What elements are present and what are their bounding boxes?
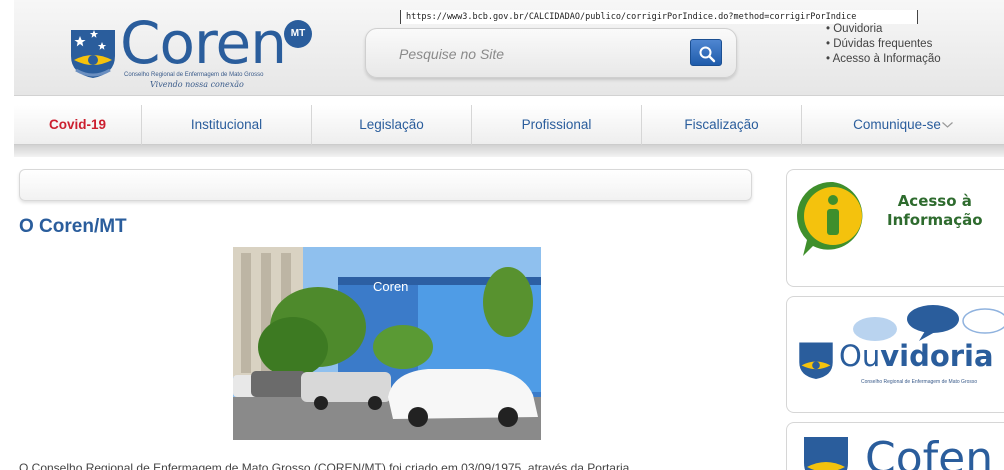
quick-link-acesso[interactable]: Acesso à Informação [826,52,941,67]
logo-wordmark: Coren [120,9,287,77]
building-sign: Coren [373,279,408,294]
logo-tagline: Vivendo nossa conexão [150,80,244,89]
mato-grosso-flag-icon [804,437,848,470]
page-title: O Coren/MT [19,216,127,237]
search-icon [699,46,716,63]
main-nav: Covid-19 Institucional Legislação Profis… [14,105,1004,145]
nav-fiscalizacao[interactable]: Fiscalização [642,105,802,145]
mato-grosso-flag-icon [71,30,115,78]
ouvidoria-wordmark: Ouvidoria [839,339,994,373]
nav-covid19[interactable]: Covid-19 [14,105,142,145]
banner-cofen[interactable]: Cofen [786,422,1004,470]
chevron-down-icon [941,122,953,129]
info-icon [797,181,863,256]
banner-acesso-informacao[interactable]: Acesso à Informação [786,169,1004,287]
search-button[interactable] [690,39,722,66]
intro-paragraph: O Conselho Regional de Enfermagem de Mat… [19,461,630,470]
nav-profissional[interactable]: Profissional [472,105,642,145]
acesso-title: Acesso à Informação [887,192,983,229]
banner-ouvidoria[interactable]: Ouvidoria Conselho Regional de Enfermage… [786,296,1004,413]
logo-mt-badge: MT [284,20,312,48]
cofen-wordmark: Cofen [865,433,994,470]
nav-comunique-se[interactable]: Comunique-se [802,105,1004,145]
quick-link-ouvidoria[interactable]: Ouvidoria [826,22,941,37]
ouvidoria-subtitle: Conselho Regional de Enfermagem de Mato … [861,379,978,385]
coren-building-photo: Coren [233,247,541,440]
nav-legislacao[interactable]: Legislação [312,105,472,145]
nav-institucional[interactable]: Institucional [142,105,312,145]
search-input[interactable] [383,41,683,67]
quick-link-duvidas[interactable]: Dúvidas frequentes [826,37,941,52]
breadcrumb [19,169,752,201]
coren-logo[interactable]: Coren MT Conselho Regional de Enfermagem… [68,12,318,94]
logo-subtitle: Conselho Regional de Enfermagem de Mato … [124,72,264,78]
mato-grosso-flag-icon [799,342,833,379]
nav-shadow [14,145,1004,157]
quick-links: Ouvidoria Dúvidas frequentes Acesso à In… [826,22,941,67]
search-box [365,28,737,78]
